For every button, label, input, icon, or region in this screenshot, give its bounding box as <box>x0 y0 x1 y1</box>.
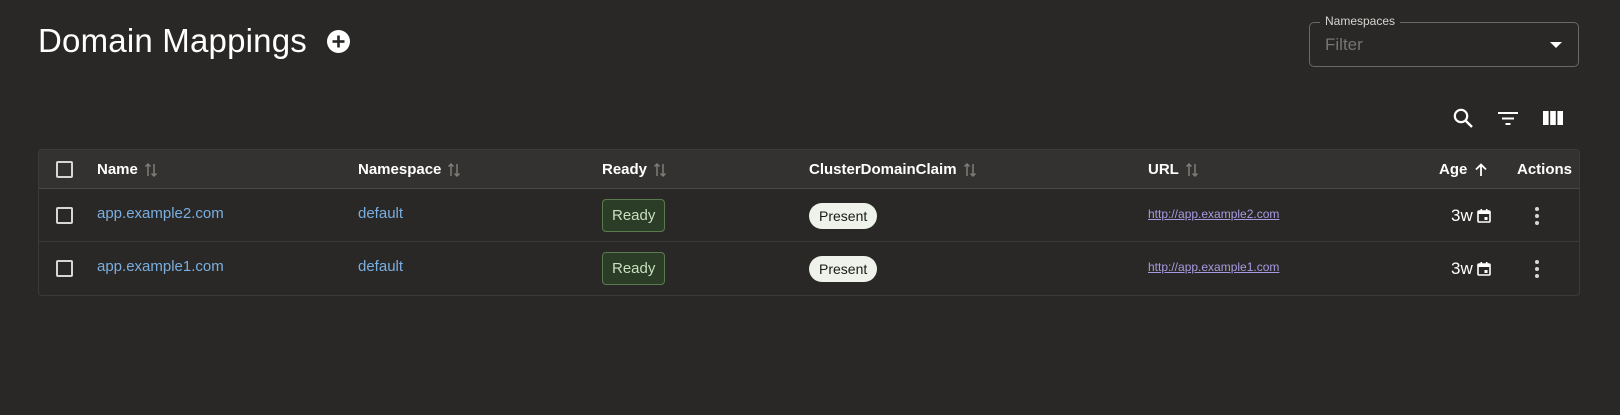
namespace-link[interactable]: default <box>358 258 403 275</box>
column-label: Namespace <box>358 161 442 178</box>
row-select-cell <box>56 242 73 295</box>
age-cell: 3w <box>1451 189 1492 242</box>
column-label: Name <box>97 161 138 178</box>
column-header-clusterdomainclaim[interactable]: ClusterDomainClaim <box>809 150 977 189</box>
actions-cell <box>1527 189 1547 242</box>
sort-neutral-icon[interactable] <box>447 162 461 178</box>
column-header-ready[interactable]: Ready <box>602 150 667 189</box>
title-row: Domain Mappings <box>38 22 350 60</box>
row-actions-button[interactable] <box>1527 204 1547 228</box>
column-label: ClusterDomainClaim <box>809 161 957 178</box>
namespace-link[interactable]: default <box>358 205 403 222</box>
table-toolbar <box>1440 104 1575 132</box>
column-header-url[interactable]: URL <box>1148 150 1199 189</box>
sort-neutral-icon[interactable] <box>653 162 667 178</box>
url-link[interactable]: http://app.example1.com <box>1148 260 1279 274</box>
name-link[interactable]: app.example2.com <box>97 205 224 222</box>
kebab-menu-icon <box>1535 206 1539 225</box>
namespace-filter[interactable]: Namespaces <box>1309 14 1579 67</box>
claim-status-chip: Present <box>809 255 878 282</box>
namespace-cell: default <box>358 240 403 293</box>
sort-neutral-icon[interactable] <box>144 162 158 178</box>
calendar-icon <box>1476 261 1491 276</box>
columns-button[interactable] <box>1530 104 1575 132</box>
column-header-name[interactable]: Name <box>97 150 158 189</box>
page: Domain Mappings Namespaces Filter Name N… <box>0 0 1620 415</box>
claim-cell: Present <box>809 189 878 242</box>
column-header-namespace[interactable]: Namespace <box>358 150 461 189</box>
namespace-filter-label: Namespaces <box>1320 14 1401 28</box>
sort-neutral-icon[interactable] <box>963 162 977 178</box>
row-actions-button[interactable] <box>1527 257 1547 281</box>
columns-icon <box>1542 111 1563 125</box>
column-header-age[interactable]: Age <box>1439 150 1489 189</box>
sort-ascending-icon[interactable] <box>1473 162 1489 178</box>
age-value-wrapper: 3w <box>1451 206 1492 226</box>
namespace-cell: default <box>358 187 403 240</box>
name-link[interactable]: app.example1.com <box>97 258 224 275</box>
row-checkbox[interactable] <box>56 260 73 277</box>
table-row: app.example2.com default Ready Present h… <box>39 189 1579 242</box>
filter-lines-icon <box>1497 112 1518 125</box>
search-button[interactable] <box>1440 104 1485 132</box>
age-cell: 3w <box>1451 242 1492 295</box>
column-label: Ready <box>602 161 648 178</box>
row-checkbox[interactable] <box>56 207 73 224</box>
actions-cell <box>1527 242 1547 295</box>
namespace-filter-input[interactable] <box>1325 35 1525 55</box>
age-value-wrapper: 3w <box>1451 259 1492 279</box>
kebab-menu-icon <box>1535 259 1539 278</box>
age-value: 3w <box>1451 258 1473 278</box>
select-all-checkbox[interactable] <box>56 161 73 178</box>
claim-cell: Present <box>809 242 878 295</box>
name-cell: app.example1.com <box>97 240 224 293</box>
url-cell: http://app.example1.com <box>1148 240 1279 293</box>
column-label: Actions <box>1517 161 1573 178</box>
page-title: Domain Mappings <box>38 22 307 59</box>
age-value: 3w <box>1451 205 1473 225</box>
select-all-cell <box>56 150 73 189</box>
name-cell: app.example2.com <box>97 187 224 240</box>
add-domain-mapping-button[interactable] <box>326 29 350 53</box>
column-label: Age <box>1439 161 1468 178</box>
ready-status-badge: Ready <box>602 199 666 232</box>
column-label: URL <box>1148 161 1179 178</box>
ready-status-badge: Ready <box>602 252 666 285</box>
column-header-actions: Actions <box>1517 150 1572 189</box>
search-icon <box>1453 108 1473 128</box>
calendar-icon <box>1476 208 1491 223</box>
claim-status-chip: Present <box>809 202 878 229</box>
caret-down-icon[interactable] <box>1550 42 1562 48</box>
plus-circle-icon <box>332 35 345 47</box>
ready-cell: Ready <box>602 189 666 242</box>
table-header: Name Namespace Ready ClusterDomainClaim <box>39 150 1579 189</box>
url-cell: http://app.example2.com <box>1148 187 1279 240</box>
table-row: app.example1.com default Ready Present h… <box>39 242 1579 295</box>
row-select-cell <box>56 189 73 242</box>
url-link[interactable]: http://app.example2.com <box>1148 207 1279 221</box>
ready-cell: Ready <box>602 242 666 295</box>
sort-neutral-icon[interactable] <box>1185 162 1199 178</box>
filter-button[interactable] <box>1485 104 1530 132</box>
domain-mappings-table: Name Namespace Ready ClusterDomainClaim <box>38 149 1580 296</box>
